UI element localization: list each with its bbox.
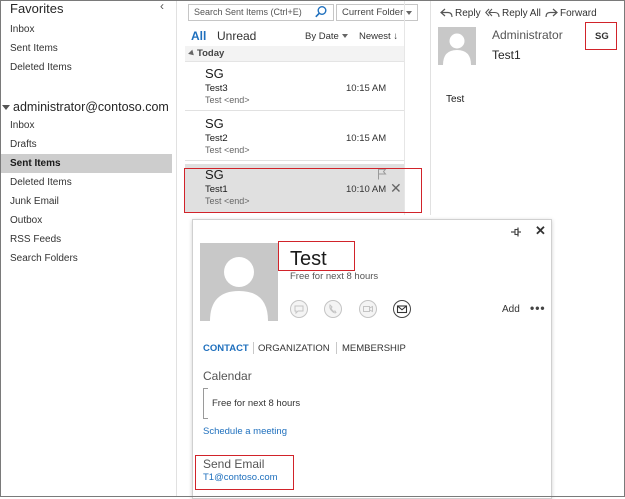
flag-icon[interactable] (377, 168, 387, 180)
folder-item-sent-items[interactable]: Sent Items (0, 154, 172, 173)
sort-by-label: By Date (305, 31, 339, 42)
sort-by-dropdown[interactable]: By Date (305, 31, 348, 42)
calendar-availability: Free for next 8 hours (212, 398, 301, 409)
message-row[interactable]: SG Test3 10:15 AM Test <end> (185, 63, 405, 111)
chat-icon (294, 305, 304, 315)
add-contact-button[interactable]: Add (502, 304, 520, 315)
search-icon[interactable] (314, 5, 328, 19)
group-label: Today (197, 48, 225, 59)
close-icon[interactable]: ✕ (535, 224, 546, 238)
reply-all-icon (485, 8, 500, 18)
message-body: Test (446, 94, 465, 105)
favorites-header[interactable]: Favorites (10, 1, 63, 16)
tab-separator (253, 342, 254, 354)
filter-tab-all[interactable]: All (191, 29, 206, 43)
reply-label: Reply (455, 8, 481, 20)
mail-icon (396, 305, 408, 314)
contact-name: Test (290, 248, 327, 270)
phone-icon (329, 304, 337, 314)
folder-item-outbox[interactable]: Outbox (0, 211, 172, 230)
schedule-meeting-link[interactable]: Schedule a meeting (203, 426, 287, 437)
email-address-link[interactable]: T1@contoso.com (203, 472, 278, 483)
folder-item-inbox[interactable]: Inbox (0, 116, 172, 135)
folder-pane: Favorites ‹ Inbox Sent Items Deleted Ite… (0, 0, 177, 497)
message-sender: SG (205, 66, 224, 81)
send-email-heading: Send Email (203, 457, 265, 471)
person-silhouette-icon (443, 33, 471, 65)
folder-item-drafts[interactable]: Drafts (0, 135, 172, 154)
forward-icon (545, 8, 558, 18)
sort-order-toggle[interactable]: Newest ↓ (359, 31, 398, 42)
message-row[interactable]: SG Test2 10:15 AM Test <end> (185, 113, 405, 161)
reply-all-button[interactable]: Reply All (485, 8, 541, 19)
collapse-group-icon (188, 49, 196, 58)
message-preview: Test <end> (205, 95, 250, 105)
favorites-item-sent-items[interactable]: Sent Items (0, 39, 172, 58)
folder-item-deleted-items[interactable]: Deleted Items (0, 173, 172, 192)
chevron-down-icon (341, 34, 348, 39)
filter-tab-unread[interactable]: Unread (217, 29, 256, 43)
folder-item-junk-email[interactable]: Junk Email (0, 192, 172, 211)
tab-organization[interactable]: ORGANIZATION (258, 343, 330, 354)
calendar-heading: Calendar (203, 369, 252, 383)
message-preview: Test <end> (205, 145, 250, 155)
favorites-item-deleted-items[interactable]: Deleted Items (0, 58, 172, 77)
contact-status: Free for next 8 hours (290, 271, 379, 282)
message-time: 10:10 AM (346, 184, 387, 195)
folder-item-rss-feeds[interactable]: RSS Feeds (0, 230, 172, 249)
message-subject-heading: Test1 (492, 48, 521, 62)
reply-all-label: Reply All (502, 8, 541, 20)
sender-avatar[interactable] (438, 27, 476, 65)
list-divider (404, 0, 405, 215)
reply-icon (440, 8, 453, 18)
message-subject: Test1 (205, 184, 228, 195)
delete-icon[interactable]: ✕ (390, 181, 402, 195)
tab-membership[interactable]: MEMBERSHIP (342, 343, 406, 354)
chevron-down-icon (406, 11, 412, 15)
forward-button[interactable]: Forward (545, 8, 597, 19)
message-time: 10:15 AM (346, 83, 387, 94)
message-time: 10:15 AM (346, 133, 387, 144)
tab-contact[interactable]: CONTACT (203, 343, 249, 354)
message-preview: Test <end> (205, 196, 250, 206)
pin-icon[interactable] (510, 226, 522, 238)
forward-label: Forward (560, 8, 597, 20)
message-subject: Test3 (205, 83, 228, 94)
expand-arrow-icon (2, 105, 10, 111)
recipient-initials[interactable]: SG (595, 31, 609, 42)
reply-button[interactable]: Reply (440, 8, 481, 19)
email-button[interactable] (393, 300, 411, 318)
message-sender: SG (205, 116, 224, 131)
search-input[interactable]: Search Sent Items (Ctrl+E) (188, 4, 334, 21)
message-subject: Test2 (205, 133, 228, 144)
account-name: administrator@contoso.com (13, 100, 169, 114)
im-button[interactable] (290, 300, 308, 318)
message-row-selected[interactable]: SG Test1 10:10 AM Test <end> ✕ (185, 164, 405, 212)
favorites-item-inbox[interactable]: Inbox (0, 20, 172, 39)
video-icon (363, 305, 373, 313)
search-scope-dropdown[interactable]: Current Folder (336, 4, 418, 21)
search-scope-label: Current Folder (342, 7, 404, 18)
account-header[interactable]: administrator@contoso.com (0, 98, 169, 116)
video-button[interactable] (359, 300, 377, 318)
call-button[interactable] (324, 300, 342, 318)
contact-avatar (200, 243, 278, 321)
calendar-availability-bar (203, 388, 208, 419)
group-header-today[interactable]: Today (185, 46, 405, 62)
more-options-button[interactable]: ••• (530, 301, 546, 315)
collapse-pane-icon[interactable]: ‹ (160, 0, 164, 13)
message-sender: SG (205, 167, 224, 182)
folder-item-search-folders[interactable]: Search Folders (0, 249, 172, 268)
person-silhouette-icon (210, 257, 268, 321)
sender-name[interactable]: Administrator (492, 28, 563, 42)
tab-separator (336, 342, 337, 354)
